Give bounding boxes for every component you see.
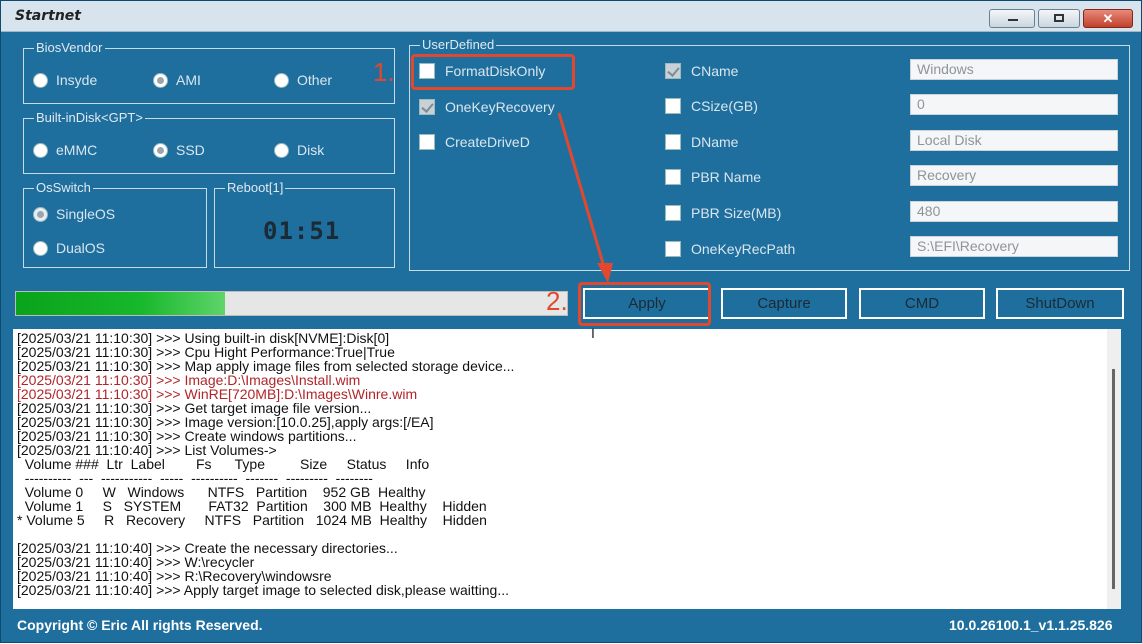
app-window: Startnet ✕ BiosVendor Insyde AMI Other B… — [0, 0, 1142, 643]
annotation-arrow-icon — [557, 112, 613, 283]
